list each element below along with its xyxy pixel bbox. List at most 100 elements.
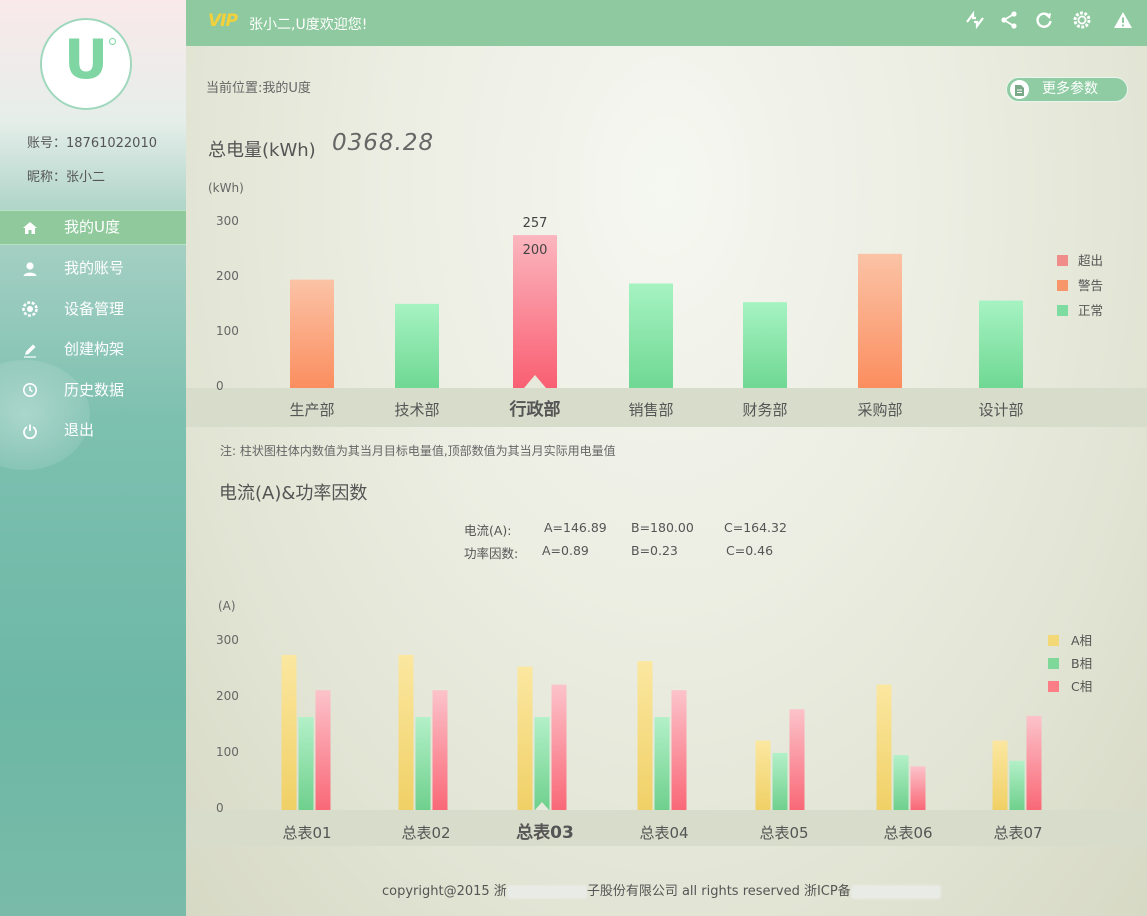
bar [772,752,788,810]
y-tick-label: 300 [216,633,239,647]
y-tick-label: 0 [216,379,224,393]
power-factor-c-value: C=0.46 [726,543,774,558]
bar [637,661,653,810]
power-icon [20,412,40,448]
data-label-inside: 200 [523,243,548,258]
y-tick-label: 100 [216,324,239,338]
bar [398,654,414,810]
y-axis-label: (A) [218,599,236,613]
bar [789,709,805,810]
bar [743,302,787,388]
redacted-text [850,884,941,899]
sidebar-item-history-data[interactable]: 历史数据 [0,372,186,413]
bar [281,654,297,810]
sidebar-item-device-management[interactable]: 设备管理 [0,291,186,332]
legend-label: 正常 [1078,303,1103,318]
energy-bar-chart: (kWh) 0 100 200 300 生产部 技术部 行政部 销售部 财务部 采购部 设计部 257 2… [186,181,1147,427]
legend-swatch [1057,280,1068,291]
sync-icon[interactable] [963,10,987,35]
current-c-value: C=164.32 [724,520,787,535]
settings-icon[interactable] [1070,10,1094,35]
category-label: 财务部 [742,401,787,419]
sidebar-item-label: 我的账号 [64,259,125,277]
document-icon [1010,80,1029,99]
legend-swatch [1057,255,1068,266]
share-icon[interactable] [997,10,1021,35]
legend-label: B相 [1071,656,1092,671]
bar [534,717,550,810]
category-label: 总表01 [282,824,331,842]
bar [315,690,331,810]
bar [415,717,431,810]
current-label: 电流(A): [464,523,512,538]
bar [671,690,687,810]
legend-label: 警告 [1078,278,1103,293]
legend-swatch [1048,681,1059,692]
footer-copyright: copyright@2015 浙 [382,884,507,899]
sidebar-item-label: 创建构架 [64,340,125,358]
category-label: 总表05 [759,824,808,842]
power-factor-label: 功率因数: [464,546,519,561]
legend-swatch [1057,305,1068,316]
current-a-value: A=146.89 [544,520,607,535]
current-bar-chart: (A) 0 100 200 300 总表01 总表02 总表03 总表04 总表05 总表06 总表0… [186,599,1147,846]
bar [290,279,334,388]
account-number: 账号：18761022010 [27,136,157,151]
bar [551,684,567,810]
bar [979,300,1023,388]
refresh-icon[interactable] [1032,10,1056,35]
y-tick-label: 0 [216,801,224,815]
bar [992,740,1008,810]
sidebar-item-label: 历史数据 [64,380,125,399]
sidebar-item-label: 退出 [64,421,95,439]
legend-label: A相 [1071,633,1092,648]
sidebar-item-my-udu[interactable]: 我的U度 [0,210,186,245]
bar [654,717,670,810]
category-label: 总表02 [401,824,450,842]
legend-swatch [1048,635,1059,646]
legend-swatch [1048,658,1059,669]
vip-badge: VIP [208,11,238,31]
bar [298,717,314,810]
sidebar-item-my-account[interactable]: 我的账号 [0,250,186,291]
welcome-text: 张小二,U度欢迎您! [249,17,368,33]
category-label: 总表07 [993,824,1042,842]
sidebar-menu: 我的U度 我的账号 设备管理 创建构架 历史数据 退出 [0,210,186,453]
current-power-factor-title: 电流(A)&功率因数 [219,483,368,504]
sidebar-item-logout[interactable]: 退出 [0,412,186,453]
y-axis-label: (kWh) [208,181,244,195]
bar [893,755,909,810]
bar [1026,715,1042,810]
sidebar-item-label: 我的U度 [64,218,120,236]
bar [1009,760,1025,810]
gear-icon [20,291,40,327]
category-label: 总表03 [516,822,574,843]
bar [755,740,771,810]
chart-note: 注: 柱状图柱体内数值为其当月目标电量值,顶部数值为其当月实际用电量值 [220,444,616,458]
sidebar-item-create-structure[interactable]: 创建构架 [0,331,186,372]
current-b-value: B=180.00 [631,520,694,535]
logo-letter: U [64,28,108,91]
category-label: 生产部 [289,401,334,419]
legend-label: C相 [1071,679,1092,694]
clock-icon [20,372,40,408]
category-label: 销售部 [628,401,673,419]
y-tick-label: 300 [216,214,239,228]
logo: U [40,18,132,110]
warning-icon[interactable] [1111,10,1135,35]
bar [876,684,892,810]
bar [629,283,673,388]
power-factor-a-value: A=0.89 [542,543,589,558]
total-energy-value: 0368.28 [332,130,435,156]
category-label: 采购部 [857,401,902,419]
more-params-label: 更多参数 [1042,81,1098,97]
bar [910,766,926,810]
bar [395,303,439,388]
y-tick-label: 200 [216,689,239,703]
category-label: 总表04 [639,824,688,842]
category-label: 行政部 [509,399,561,420]
category-label: 总表06 [883,824,932,842]
more-params-button[interactable]: 更多参数 [1006,77,1128,102]
user-icon [20,250,40,286]
legend-label: 超出 [1078,253,1103,268]
